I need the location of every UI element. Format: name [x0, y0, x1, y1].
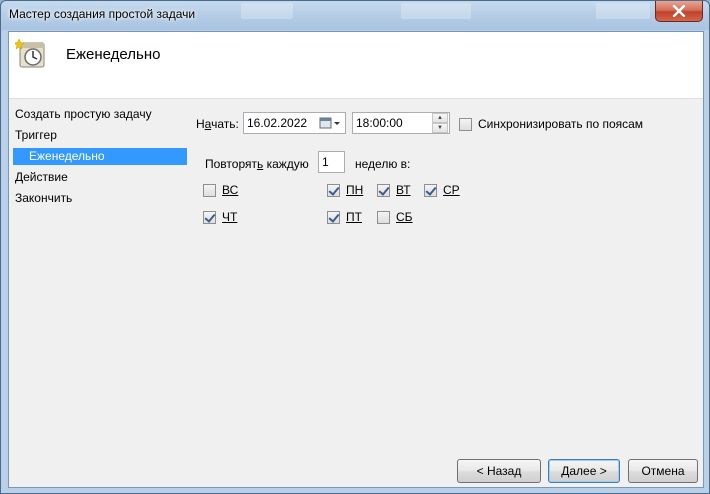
next-button[interactable]: Далее >	[548, 459, 620, 483]
repeat-label: Повторять каждую	[205, 157, 309, 171]
cancel-button[interactable]: Отмена	[628, 459, 698, 483]
page-title: Еженедельно	[66, 46, 161, 63]
checkbox-wednesday[interactable]	[424, 184, 437, 197]
start-time-field[interactable]: 18:00:00 ▲ ▼	[352, 112, 450, 134]
start-date-picker[interactable]: 16.02.2022	[243, 112, 346, 134]
label-sunday: ВС	[222, 183, 239, 197]
label-thursday: ЧТ	[222, 210, 238, 224]
title-bar[interactable]: Мастер создания простой задачи	[1, 1, 709, 31]
start-label: Начать:	[196, 117, 239, 131]
checkbox-monday[interactable]	[327, 184, 340, 197]
dialog-body: Еженедельно Создать простую задачу Тригг…	[8, 31, 704, 488]
start-time-value: 18:00:00	[356, 116, 403, 130]
label-tuesday: ВТ	[396, 183, 411, 197]
close-icon	[672, 5, 686, 17]
step-create-task[interactable]: Создать простую задачу	[15, 107, 152, 121]
dialog-window: Мастер создания простой задачи Еженедель…	[0, 0, 710, 494]
step-finish[interactable]: Закончить	[15, 191, 72, 205]
checkbox-thursday[interactable]	[203, 211, 216, 224]
calendar-dropdown-icon[interactable]	[319, 117, 341, 129]
label-friday: ПТ	[346, 210, 362, 224]
repeat-weeks-value: 1	[322, 155, 329, 169]
repeat-weeks-input[interactable]: 1	[318, 151, 345, 173]
background-blur	[596, 3, 650, 19]
sync-timezones-checkbox[interactable]	[459, 118, 472, 131]
step-trigger[interactable]: Триггер	[15, 128, 57, 142]
sync-timezones-label: Синхронизировать по поясам	[478, 117, 644, 131]
arrow-down-icon: ▼	[437, 125, 443, 131]
window-title: Мастер создания простой задачи	[9, 7, 196, 21]
step-weekly[interactable]: Еженедельно	[13, 148, 187, 165]
background-blur	[401, 3, 471, 19]
checkbox-saturday[interactable]	[377, 211, 390, 224]
checkbox-friday[interactable]	[327, 211, 340, 224]
time-down-button[interactable]: ▼	[432, 123, 448, 133]
background-blur	[241, 3, 293, 19]
label-wednesday: СР	[443, 183, 460, 197]
checkbox-tuesday[interactable]	[377, 184, 390, 197]
wizard-header: Еженедельно	[9, 32, 703, 99]
label-saturday: СБ	[396, 210, 413, 224]
close-button[interactable]	[655, 1, 703, 22]
start-date-value: 16.02.2022	[247, 116, 308, 130]
clock-calendar-icon	[15, 38, 45, 68]
step-action[interactable]: Действие	[15, 170, 68, 184]
checkbox-sunday[interactable]	[203, 184, 216, 197]
weeks-on-label: неделю в:	[355, 157, 411, 171]
label-monday: ПН	[346, 183, 364, 197]
back-button[interactable]: < Назад	[457, 459, 541, 483]
